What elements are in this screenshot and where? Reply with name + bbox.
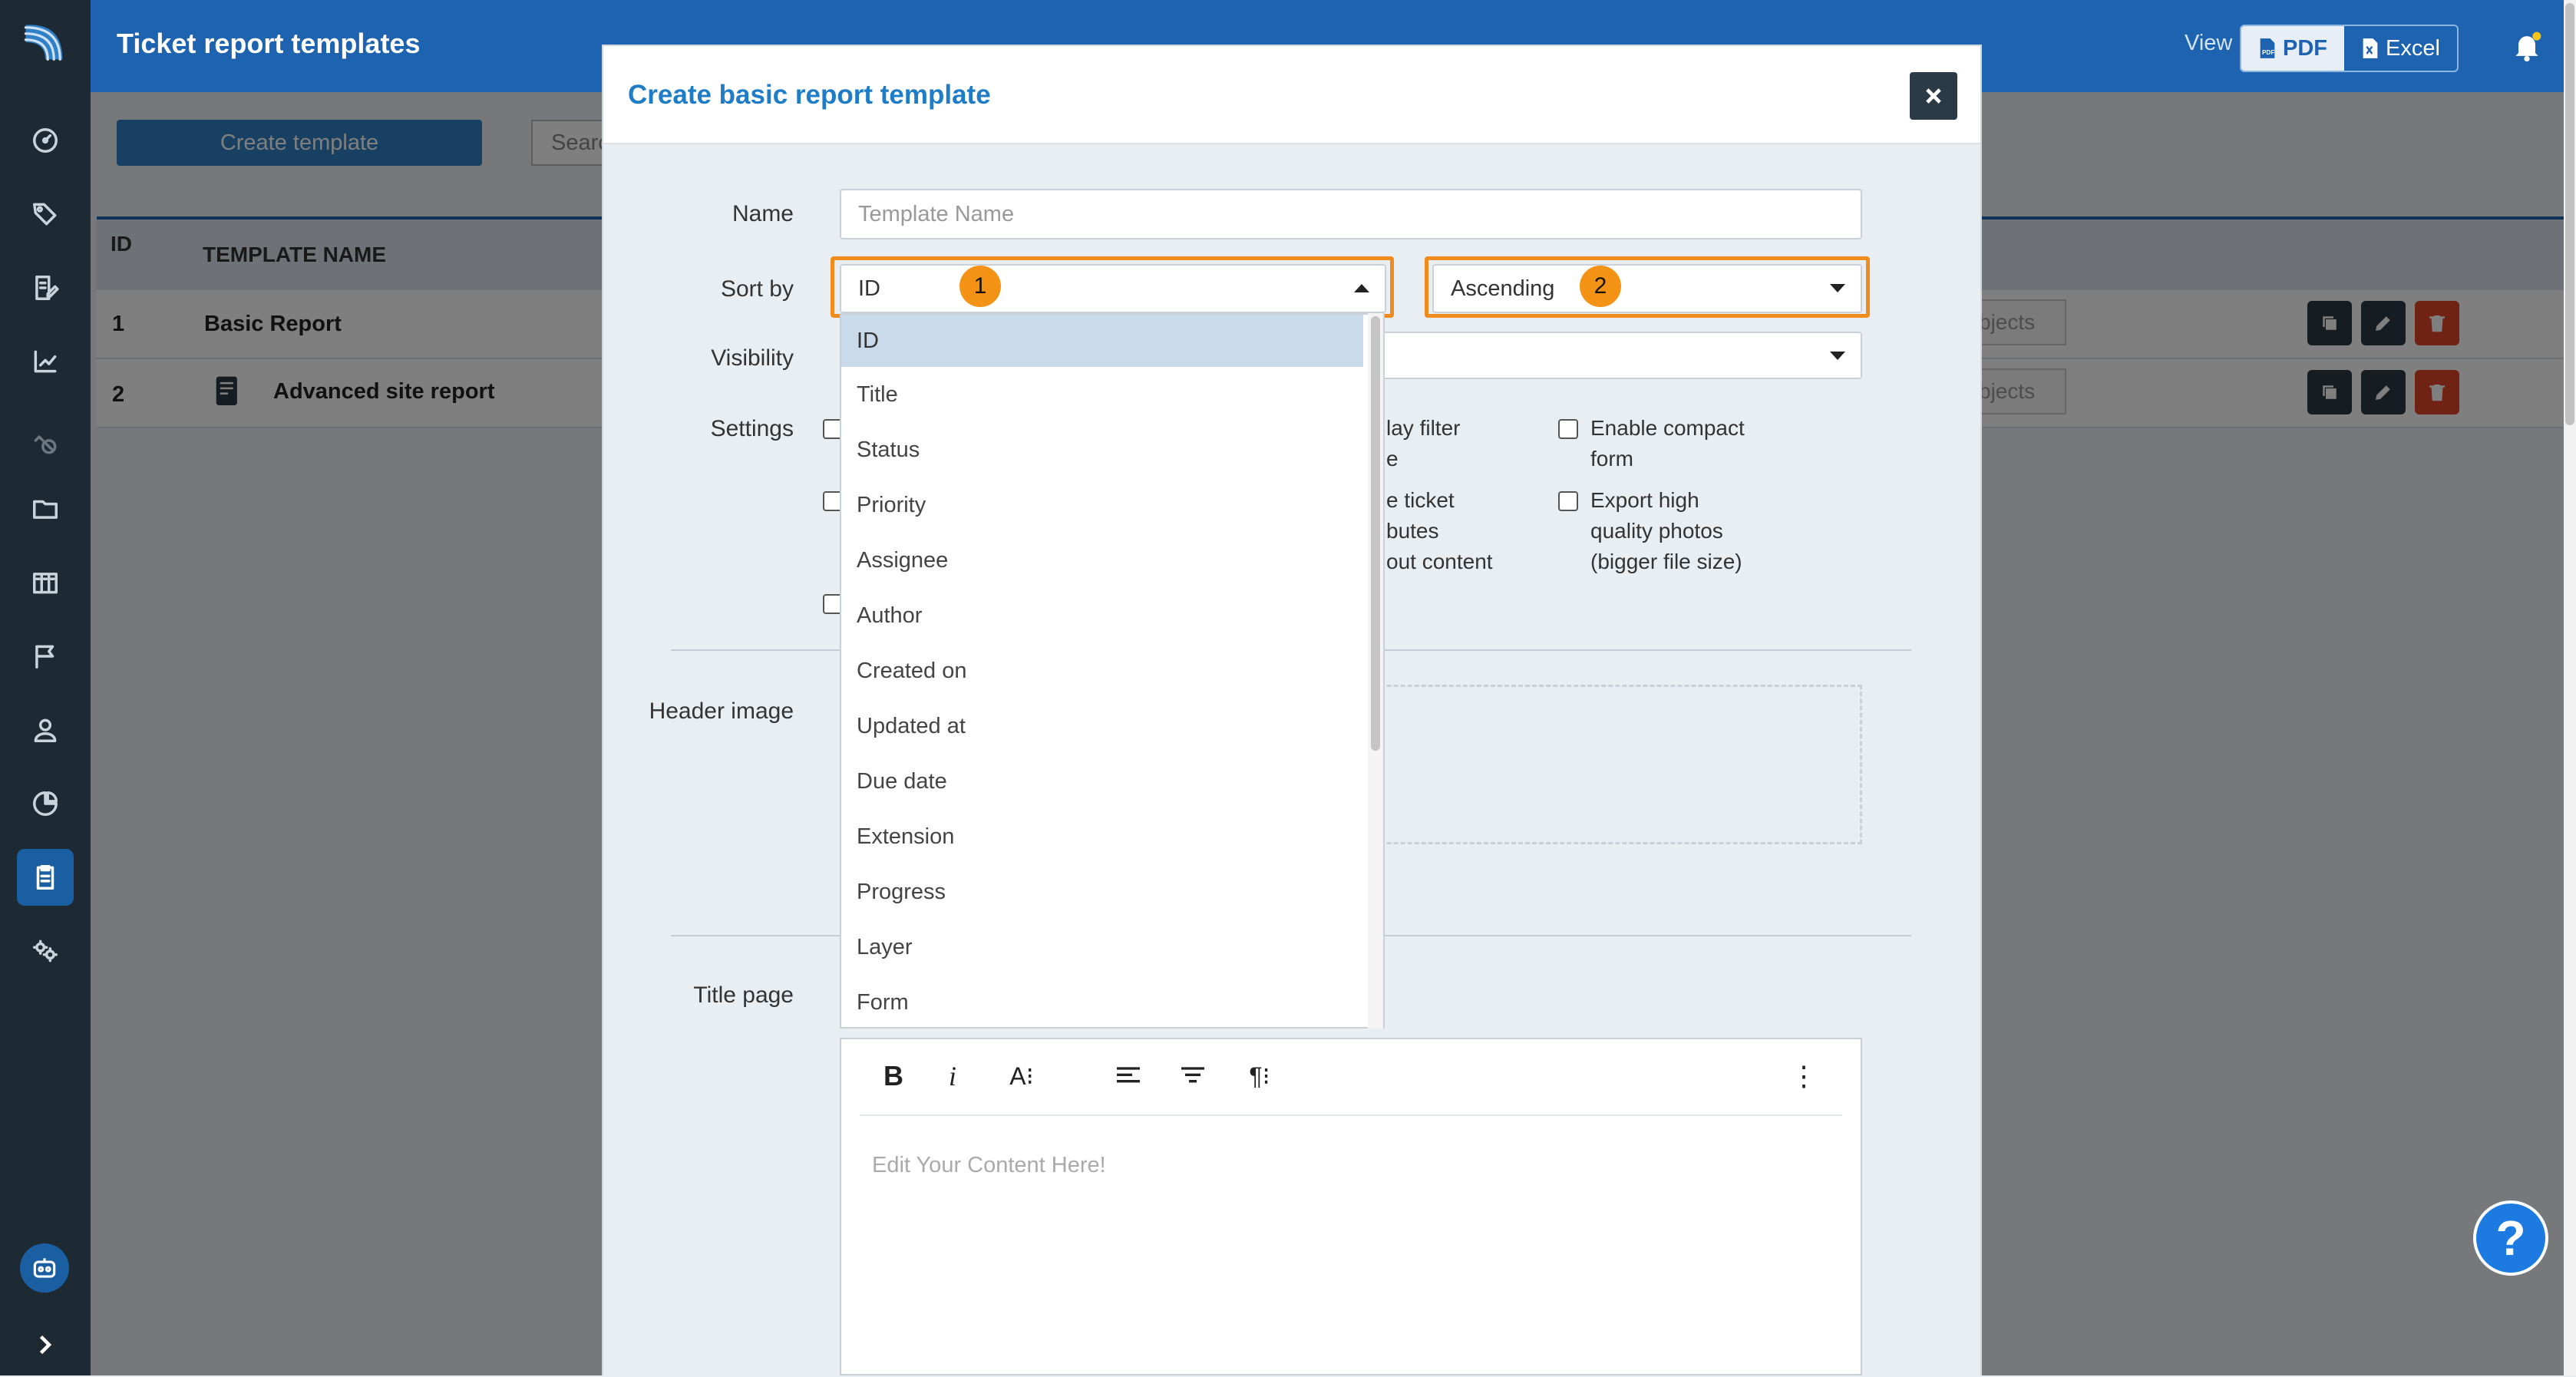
name-label: Name — [732, 201, 794, 226]
tags-icon[interactable] — [17, 186, 74, 243]
flag-icon[interactable] — [17, 628, 74, 685]
editor-placeholder[interactable]: Edit Your Content Here! — [872, 1153, 1106, 1178]
sort-option[interactable]: Extension — [841, 811, 1363, 863]
user-icon[interactable] — [17, 702, 74, 758]
view-label: View — [2185, 31, 2233, 55]
align-center-button[interactable] — [1176, 1059, 1210, 1093]
italic-button[interactable]: i — [941, 1059, 964, 1093]
pdf-view-button[interactable]: PDF PDF — [2241, 26, 2344, 71]
enable-compact-form-checkbox[interactable] — [1558, 419, 1578, 439]
export-high-quality-checkbox[interactable] — [1558, 491, 1578, 511]
sort-option[interactable]: ID — [841, 315, 1363, 367]
close-button[interactable] — [1910, 72, 1957, 120]
clipboard-icon[interactable] — [17, 849, 74, 906]
dashboard-icon[interactable] — [17, 112, 74, 169]
folder-icon[interactable] — [17, 480, 74, 537]
sort-option[interactable]: Assignee — [841, 534, 1363, 586]
modal-header: Create basic report template — [603, 46, 1980, 144]
dropdown-scroll-thumb[interactable] — [1371, 316, 1380, 751]
settings-label: Settings — [710, 416, 794, 441]
font-size-button[interactable]: A⁝ — [1002, 1059, 1041, 1093]
template-name-input[interactable]: Template Name — [840, 189, 1862, 239]
sort-option[interactable]: Updated at — [841, 700, 1363, 752]
setting-text: lay filter — [1386, 416, 1461, 440]
setting-text: e ticket — [1386, 488, 1455, 512]
highlight-box-sort-field — [831, 256, 1394, 318]
sort-option[interactable]: Due date — [841, 755, 1363, 807]
help-button[interactable]: ? — [2473, 1200, 2548, 1276]
setting-text: (bigger file size) — [1590, 550, 1742, 573]
app-logo[interactable] — [17, 14, 74, 71]
sort-option[interactable]: Layer — [841, 921, 1363, 973]
setting-text: out content — [1386, 550, 1493, 573]
pdf-label: PDF — [2283, 35, 2327, 61]
align-left-button[interactable] — [1111, 1059, 1145, 1093]
paragraph-button[interactable]: ¶⁝ — [1240, 1059, 1279, 1093]
rich-text-editor: B i A⁝ ¶⁝ ⋮ Edit Your Content Here! — [840, 1038, 1862, 1375]
setting-label-filter: lay filter e — [1386, 413, 1460, 474]
gears-icon[interactable] — [17, 923, 74, 979]
sort-option[interactable]: Priority — [841, 479, 1363, 531]
excel-view-button[interactable]: Excel — [2344, 26, 2457, 71]
notification-bell-icon[interactable] — [2510, 29, 2544, 63]
sort-option[interactable]: Author — [841, 589, 1363, 642]
step-badge-2: 2 — [1580, 266, 1621, 307]
editor-toolbar: B i A⁝ ¶⁝ ⋮ — [841, 1039, 1861, 1113]
export-high-quality-label: Export high quality photos (bigger file si… — [1590, 485, 1742, 577]
disabled-icon — [17, 414, 74, 471]
catalog-icon[interactable] — [17, 554, 74, 611]
align-left-icon — [1117, 1067, 1140, 1083]
visibility-label: Visibility — [711, 345, 794, 371]
title-page-label: Title page — [693, 982, 794, 1008]
enable-compact-form-label: Enable compact form — [1590, 413, 1745, 474]
sort-option[interactable]: Title — [841, 368, 1363, 421]
editor-divider — [860, 1114, 1842, 1116]
chevron-down-icon — [1830, 352, 1845, 360]
header-image-label: Header image — [649, 698, 794, 724]
excel-file-icon — [2363, 38, 2378, 58]
page-title: Ticket report templates — [117, 28, 421, 59]
assistant-bot-icon[interactable] — [20, 1243, 69, 1293]
sort-by-dropdown-list: ID Title Status Priority Assignee Author… — [840, 313, 1385, 1029]
more-options-button[interactable]: ⋮ — [1790, 1059, 1818, 1093]
pie-chart-icon[interactable] — [17, 775, 74, 832]
align-center-icon — [1181, 1067, 1204, 1083]
page-scroll-thumb[interactable] — [2565, 3, 2574, 425]
step-badge-1: 1 — [959, 266, 1001, 307]
highlight-box-sort-order — [1425, 256, 1870, 318]
pdf-file-icon: PDF — [2260, 38, 2275, 58]
sort-option[interactable]: Progress — [841, 866, 1363, 918]
sort-by-label: Sort by — [720, 276, 794, 302]
setting-text: butes — [1386, 519, 1439, 543]
setting-text: Export high — [1590, 488, 1699, 512]
setting-text: e — [1386, 447, 1399, 471]
svg-text:PDF: PDF — [2262, 49, 2274, 56]
bold-button[interactable]: B — [878, 1059, 909, 1093]
sort-option[interactable]: Status — [841, 424, 1363, 476]
modal-title: Create basic report template — [628, 80, 991, 110]
sidebar — [0, 0, 91, 1375]
sort-option[interactable]: Created on — [841, 645, 1363, 697]
view-toggle: PDF PDF Excel — [2240, 25, 2459, 72]
sort-option[interactable]: Form — [841, 976, 1363, 1027]
setting-text: quality photos — [1590, 519, 1723, 543]
excel-label: Excel — [2386, 35, 2440, 61]
close-icon — [1926, 88, 1941, 104]
setting-text: form — [1590, 447, 1633, 471]
template-name-placeholder: Template Name — [858, 201, 1015, 226]
expand-sidebar-icon[interactable] — [31, 1331, 58, 1359]
setting-text: Enable compact — [1590, 416, 1745, 440]
chart-icon[interactable] — [17, 333, 74, 390]
setting-label-attributes: e ticket butes out content — [1386, 485, 1493, 577]
report-edit-icon[interactable] — [17, 259, 74, 316]
